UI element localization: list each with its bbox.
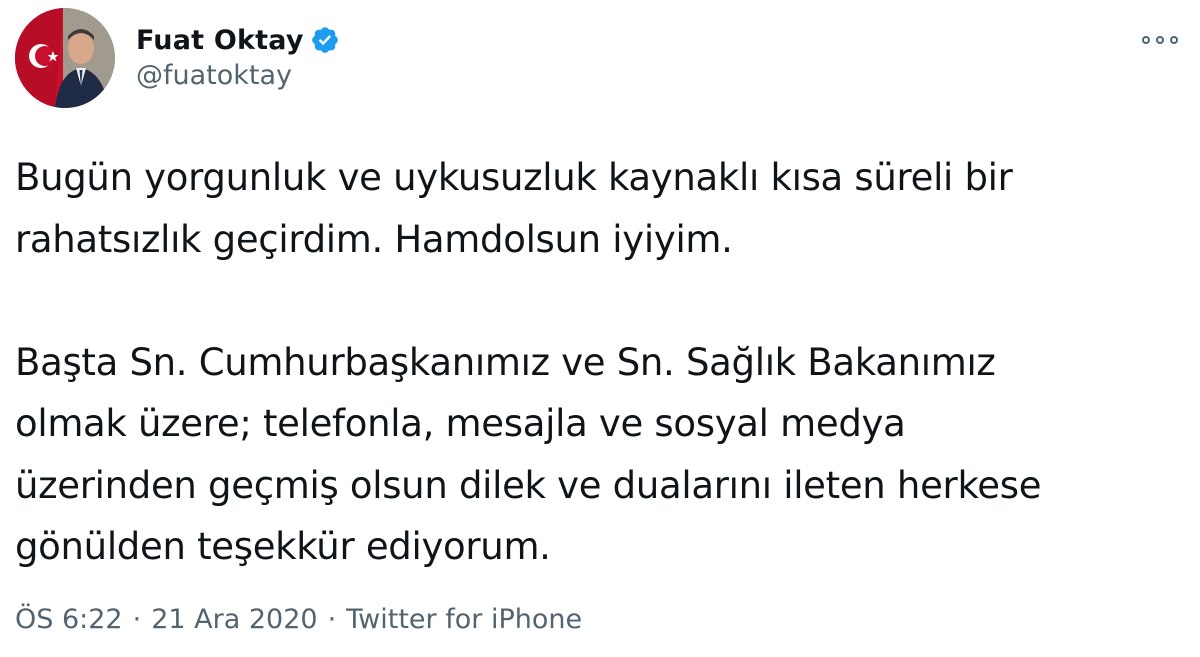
tweet-line: gönülden teşekkür ediyorum.: [15, 525, 551, 568]
tweet-time[interactable]: ÖS 6:22: [15, 604, 123, 635]
tweet-line: Başta Sn. Cumhurbaşkanımız ve Sn. Sağlık…: [15, 340, 996, 384]
tweet-meta: ÖS 6:22 · 21 Ara 2020 · Twitter for iPhone: [15, 604, 582, 635]
avatar-image: [15, 8, 115, 108]
tweet-line: üzerinden geçmiş olsun dilek ve duaların…: [15, 463, 1042, 507]
tweet-source[interactable]: Twitter for iPhone: [346, 604, 582, 635]
tweet-paragraph: Bugün yorgunluk ve uykusuzluk kaynaklı k…: [15, 147, 1180, 270]
tweet-line: Bugün yorgunluk ve uykusuzluk kaynaklı k…: [15, 156, 1013, 199]
author-name-row: Fuat Oktay: [136, 20, 340, 60]
tweet-line: rahatsızlık geçirdim. Hamdolsun iyiyim.: [15, 217, 733, 261]
author-display-name[interactable]: Fuat Oktay: [136, 25, 304, 56]
more-dot: [1156, 36, 1164, 44]
tweet-text: Bugün yorgunluk ve uykusuzluk kaynaklı k…: [15, 147, 1180, 578]
tweet-paragraph: Başta Sn. Cumhurbaşkanımız ve Sn. Sağlık…: [15, 332, 1180, 578]
more-dot: [1142, 36, 1150, 44]
verified-badge-icon: [310, 25, 340, 55]
avatar[interactable]: [15, 8, 115, 108]
meta-separator: ·: [327, 604, 337, 635]
meta-separator: ·: [132, 604, 142, 635]
tweet-card: Fuat Oktay @fuatoktay Bugün yorgunluk ve…: [0, 0, 1200, 657]
author-handle[interactable]: @fuatoktay: [136, 60, 292, 91]
tweet-line: olmak üzere; telefonla, mesajla ve sosya…: [15, 402, 906, 445]
more-options-icon[interactable]: [1142, 30, 1178, 50]
more-dot: [1170, 36, 1178, 44]
tweet-date[interactable]: 21 Ara 2020: [151, 604, 317, 635]
